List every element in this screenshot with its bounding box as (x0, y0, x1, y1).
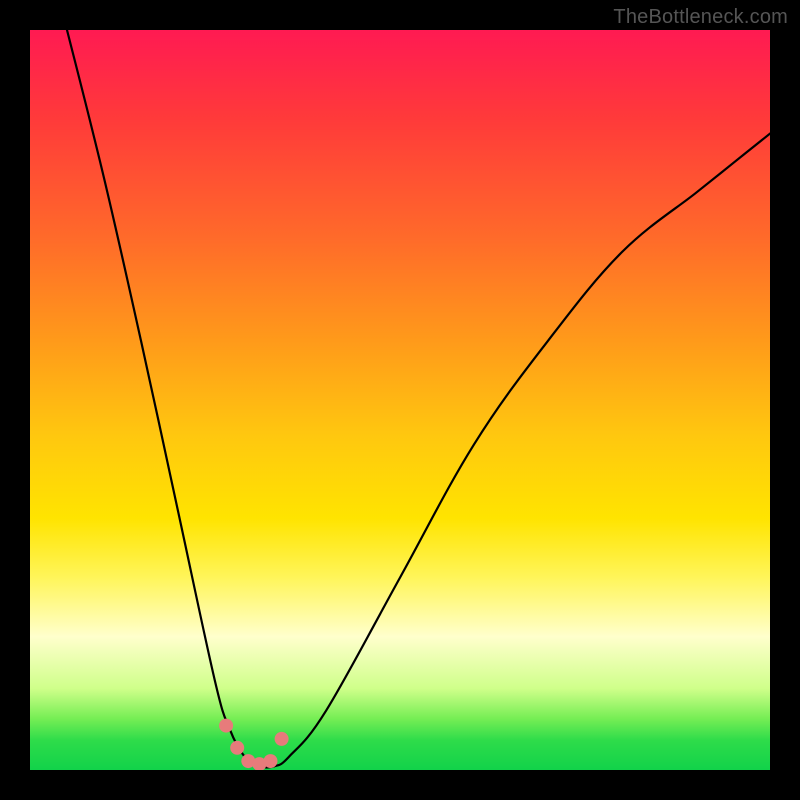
curve-layer (30, 30, 770, 770)
valley-marker (230, 741, 244, 755)
valley-marker (219, 719, 233, 733)
valley-markers (219, 719, 289, 770)
chart-frame: TheBottleneck.com (0, 0, 800, 800)
plot-area (30, 30, 770, 770)
valley-marker (264, 754, 278, 768)
watermark-text: TheBottleneck.com (613, 6, 788, 29)
bottleneck-curve (67, 30, 770, 768)
valley-marker (275, 732, 289, 746)
